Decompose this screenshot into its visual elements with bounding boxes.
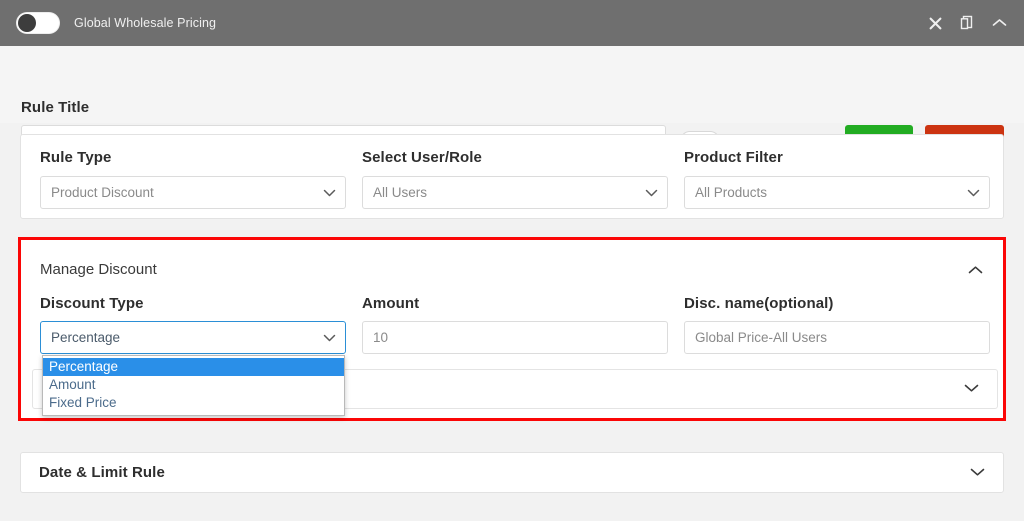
disc-name-input[interactable] [684, 321, 990, 354]
discount-type-option-percentage[interactable]: Percentage [43, 358, 344, 376]
chevron-down-icon [964, 380, 979, 398]
select-user-role-select[interactable]: All Users [362, 176, 668, 209]
rule-type-value: Product Discount [51, 185, 154, 200]
discount-type-option-fixed-price[interactable]: Fixed Price [43, 394, 344, 412]
date-limit-rule-label: Date & Limit Rule [39, 464, 165, 481]
select-user-role-label: Select User/Role [362, 149, 482, 166]
product-filter-value: All Products [695, 185, 768, 200]
field-select-user-role: Select User/Role All Users [362, 149, 668, 209]
manage-discount-section: Manage Discount Discount Type Amount Dis… [18, 237, 1006, 421]
rule-title-section: Rule Title Rule Status Save Reset [0, 46, 1024, 158]
discount-type-option-amount[interactable]: Amount [43, 376, 344, 394]
select-user-role-value: All Users [373, 185, 428, 200]
rule-type-select[interactable]: Product Discount [40, 176, 346, 209]
date-limit-rule-section[interactable]: Date & Limit Rule [20, 452, 1004, 493]
page-bottom-strip [0, 493, 1024, 521]
rule-enable-toggle[interactable] [16, 12, 60, 34]
duplicate-icon[interactable] [959, 15, 975, 31]
disc-name-label: Disc. name(optional) [684, 295, 834, 312]
discount-type-option-list: Percentage Amount Fixed Price [42, 355, 345, 416]
manage-discount-header: Manage Discount [40, 261, 157, 278]
toggle-knob [18, 14, 36, 32]
chevron-down-icon [645, 188, 658, 197]
rule-type-label: Rule Type [40, 149, 112, 166]
chevron-down-icon [967, 188, 980, 197]
product-filter-select[interactable]: All Products [684, 176, 990, 209]
collapse-section-icon[interactable] [968, 262, 983, 280]
panel-titlebar: Global Wholesale Pricing [0, 0, 1024, 46]
titlebar-actions [929, 15, 1007, 31]
product-filter-label: Product Filter [684, 149, 783, 166]
rule-filters-card: Rule Type Product Discount Select User/R… [20, 134, 1004, 219]
discount-type-label: Discount Type [40, 295, 144, 312]
pricing-rule-panel: Global Wholesale Pricing Rule Title Glob… [0, 0, 1024, 521]
field-product-filter: Product Filter All Products [684, 149, 990, 209]
chevron-down-icon [323, 333, 336, 342]
close-icon[interactable] [929, 17, 942, 30]
chevron-down-icon [970, 464, 985, 482]
collapse-panel-icon[interactable] [992, 18, 1007, 28]
discount-type-select[interactable]: Percentage [40, 321, 346, 354]
discount-type-value: Percentage [51, 330, 121, 345]
amount-input[interactable] [362, 321, 668, 354]
rule-title-label: Rule Title [21, 99, 90, 116]
field-rule-type: Rule Type Product Discount [40, 149, 346, 209]
panel-title: Global Wholesale Pricing [74, 16, 217, 30]
chevron-down-icon [323, 188, 336, 197]
amount-label: Amount [362, 295, 420, 312]
